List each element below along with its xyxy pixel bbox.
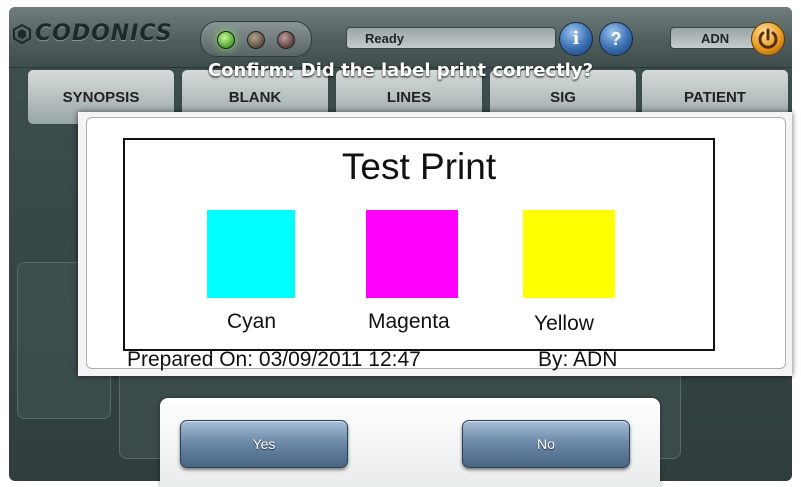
no-button[interactable]: No bbox=[462, 420, 630, 468]
confirm-prompt: Confirm: Did the label print correctly? bbox=[207, 60, 594, 81]
power-symbol-icon bbox=[758, 28, 778, 49]
help-icon[interactable]: ? bbox=[599, 22, 633, 56]
prepared-on-text: Prepared On: 03/09/2011 12:47 bbox=[127, 348, 421, 371]
info-icon[interactable]: i bbox=[559, 22, 593, 56]
codonics-hex-logo-icon bbox=[13, 23, 31, 44]
magenta-swatch bbox=[366, 210, 458, 298]
brand-name: CODONICS bbox=[35, 21, 173, 46]
cyan-label: Cyan bbox=[227, 310, 277, 333]
label-title: Test Print bbox=[341, 146, 497, 187]
prepared-by-text: By: ADN bbox=[538, 348, 618, 371]
yellow-label: Yellow bbox=[534, 312, 594, 335]
magenta-label: Magenta bbox=[368, 310, 450, 333]
label-preview: Test Print Cyan Magenta Yellow Prepared … bbox=[86, 117, 786, 371]
cyan-swatch bbox=[207, 210, 295, 298]
power-icon[interactable] bbox=[751, 22, 785, 56]
confirm-button-panel: Yes No bbox=[160, 398, 660, 487]
top-bar: CODONICS Ready i ? ADN bbox=[9, 7, 792, 68]
error-light bbox=[277, 31, 295, 49]
ready-light bbox=[217, 31, 235, 49]
status-field: Ready bbox=[346, 27, 556, 49]
label-preview-dialog: Test Print Cyan Magenta Yellow Prepared … bbox=[78, 112, 792, 376]
status-lights bbox=[200, 21, 312, 57]
yes-button[interactable]: Yes bbox=[180, 420, 348, 468]
warning-light bbox=[247, 31, 265, 49]
label-frame: Test Print Cyan Magenta Yellow Prepared … bbox=[123, 138, 715, 371]
brand-logo: CODONICS bbox=[13, 21, 173, 46]
yellow-swatch bbox=[523, 210, 615, 298]
